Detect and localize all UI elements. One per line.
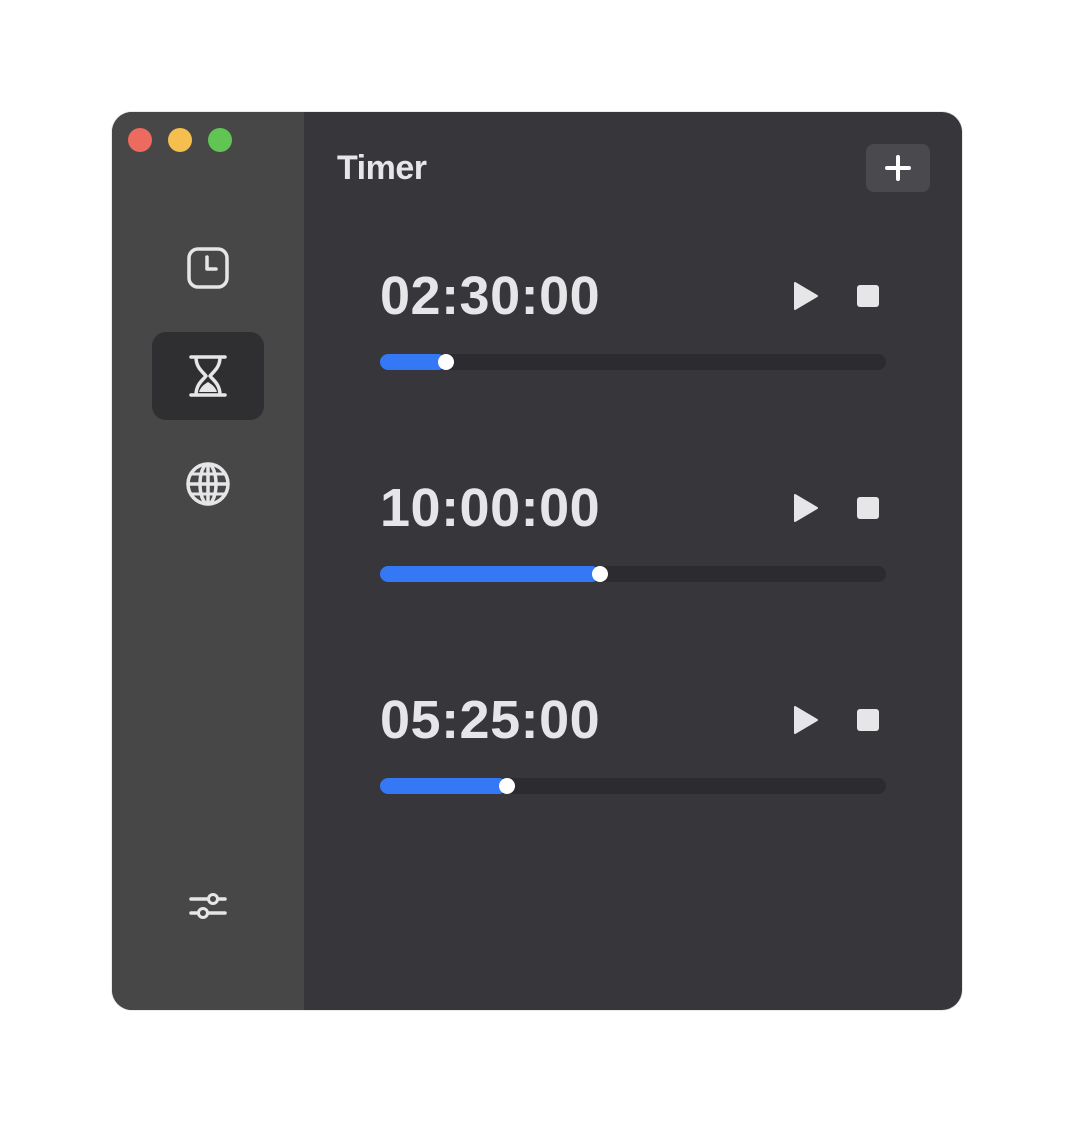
clock-icon xyxy=(187,247,229,289)
hourglass-icon xyxy=(189,355,227,397)
plus-icon xyxy=(885,155,911,181)
progress-knob[interactable] xyxy=(592,566,608,582)
progress-knob[interactable] xyxy=(438,354,455,370)
progress-fill xyxy=(380,566,600,582)
play-button[interactable] xyxy=(788,490,824,526)
stop-icon xyxy=(857,709,879,731)
timer-item: 05:25:00 xyxy=(380,688,886,794)
zoom-window-button[interactable] xyxy=(208,128,232,152)
sliders-icon xyxy=(189,893,227,919)
sidebar-item-timer[interactable] xyxy=(152,332,264,420)
progress-fill xyxy=(380,778,508,794)
play-icon xyxy=(794,706,818,734)
timer-time: 05:25:00 xyxy=(380,690,601,750)
progress-track[interactable] xyxy=(380,566,886,582)
progress-fill xyxy=(380,354,447,370)
timer-time: 10:00:00 xyxy=(380,478,601,538)
stop-button[interactable] xyxy=(850,490,886,526)
timer-item: 10:00:00 xyxy=(380,476,886,582)
stop-icon xyxy=(857,285,879,307)
main-panel: Timer 02:30:00 10:00:00 05:25:00 xyxy=(304,112,962,1010)
globe-icon xyxy=(186,462,230,506)
progress-track[interactable] xyxy=(380,354,886,370)
timer-time: 02:30:00 xyxy=(380,266,601,326)
play-icon xyxy=(794,494,818,522)
add-timer-button[interactable] xyxy=(866,144,930,192)
play-button[interactable] xyxy=(788,702,824,738)
settings-button[interactable] xyxy=(152,862,264,950)
close-window-button[interactable] xyxy=(128,128,152,152)
play-button[interactable] xyxy=(788,278,824,314)
progress-track[interactable] xyxy=(380,778,886,794)
timer-item: 02:30:00 xyxy=(380,264,886,370)
minimize-window-button[interactable] xyxy=(168,128,192,152)
sidebar xyxy=(112,112,304,1010)
stop-button[interactable] xyxy=(850,278,886,314)
stop-icon xyxy=(857,497,879,519)
sidebar-item-world-clock[interactable] xyxy=(152,440,264,528)
play-icon xyxy=(794,282,818,310)
timer-window: Timer 02:30:00 10:00:00 05:25:00 xyxy=(112,112,962,1010)
progress-knob[interactable] xyxy=(499,778,516,794)
stop-button[interactable] xyxy=(850,702,886,738)
page-title: Timer xyxy=(337,149,427,187)
sidebar-item-clock[interactable] xyxy=(152,224,264,312)
